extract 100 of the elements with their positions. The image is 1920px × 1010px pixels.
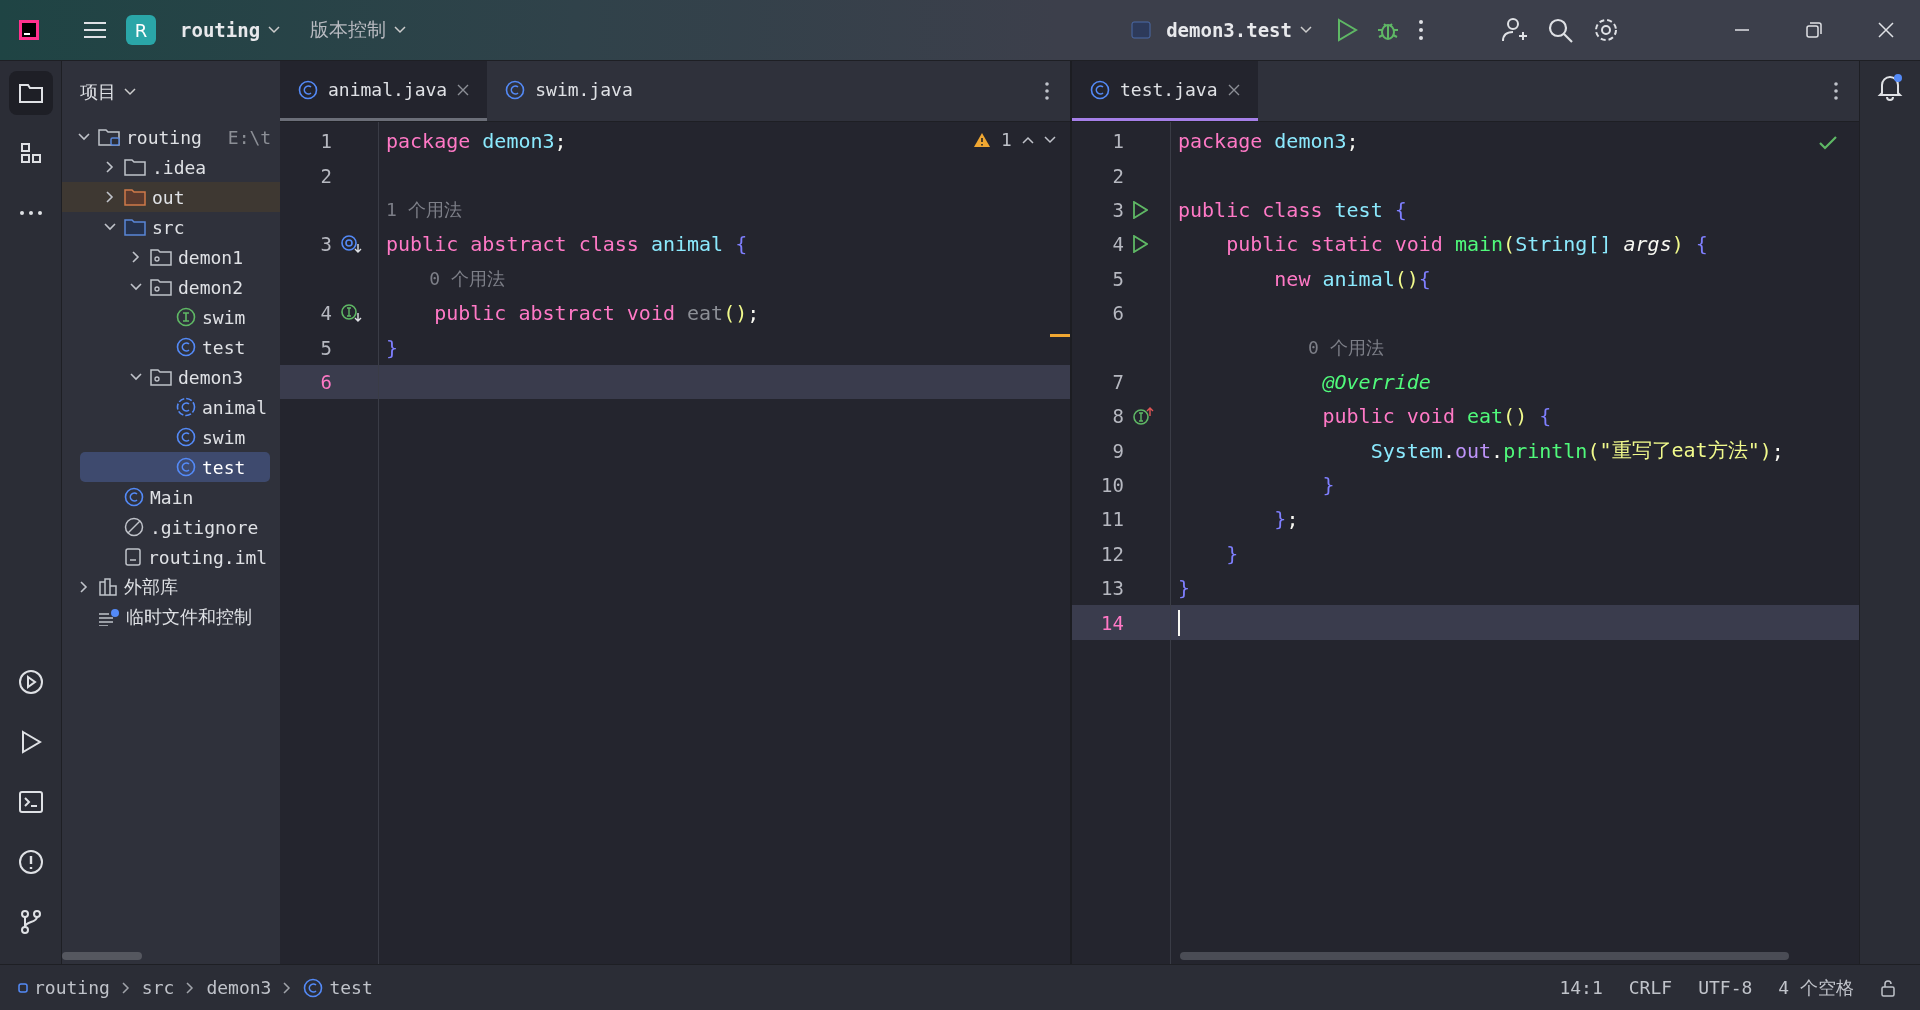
caret-icon xyxy=(394,26,407,34)
restore-icon[interactable] xyxy=(1806,22,1822,38)
more-icon[interactable] xyxy=(1044,81,1050,101)
settings-icon[interactable] xyxy=(1592,16,1620,44)
line-number: 4 xyxy=(319,302,332,325)
menu-icon[interactable] xyxy=(82,19,108,41)
tree-item[interactable]: demon2 xyxy=(62,272,280,302)
breadcrumb[interactable]: demon3 xyxy=(206,977,272,998)
run-icon[interactable] xyxy=(1132,200,1148,219)
tree-item[interactable]: demon1 xyxy=(62,242,280,272)
caret-icon xyxy=(124,87,136,96)
code-line: package demon3; xyxy=(1178,129,1359,154)
line-number: 11 xyxy=(1100,508,1124,531)
chevron-icon[interactable] xyxy=(130,281,142,293)
tree-item[interactable]: routing.iml xyxy=(62,542,280,572)
package-icon xyxy=(150,278,172,296)
breadcrumb[interactable]: src xyxy=(141,977,175,998)
project-view-selector[interactable]: 项目 xyxy=(62,61,154,122)
line-number: 4 xyxy=(1111,233,1124,256)
editor-tab[interactable]: swim.java xyxy=(487,61,651,121)
implemented-icon[interactable] xyxy=(340,303,362,324)
tree-item[interactable]: test xyxy=(62,332,280,362)
tree-item-label: .gitignore xyxy=(150,516,259,538)
more-icon[interactable] xyxy=(1418,19,1424,41)
structure-icon xyxy=(18,141,43,165)
run-icon[interactable] xyxy=(1336,18,1358,42)
chevron-icon[interactable] xyxy=(104,221,116,233)
close-tab-icon[interactable] xyxy=(1227,83,1240,96)
app-logo-icon[interactable] xyxy=(18,19,40,41)
tree-item[interactable]: animal xyxy=(62,392,280,422)
code-line: System.out.println("重写了eat方法"); xyxy=(1369,437,1784,465)
caret-icon xyxy=(268,26,281,34)
close-icon[interactable] xyxy=(1878,22,1894,38)
project-tool-button[interactable] xyxy=(8,71,53,115)
inspection-widget[interactable]: 1 xyxy=(973,130,1056,150)
breadcrumb[interactable]: test xyxy=(303,977,373,998)
implements-icon[interactable] xyxy=(1132,406,1154,427)
previous-icon[interactable] xyxy=(1022,136,1034,144)
code-line: new animal(){ xyxy=(1273,266,1431,291)
tree-item-label: 外部库 xyxy=(124,575,178,599)
tree-item[interactable]: swim xyxy=(62,422,280,452)
next-icon[interactable] xyxy=(1044,136,1056,144)
tree-item[interactable]: demon3 xyxy=(62,362,280,392)
tree-item-label: routing.iml xyxy=(148,546,268,568)
chevron-icon xyxy=(283,981,292,994)
line-separator[interactable]: CRLF xyxy=(1628,977,1673,998)
tree-item[interactable]: routing E:\t xyxy=(62,122,280,152)
scrollbar[interactable] xyxy=(1180,952,1789,960)
chevron-icon[interactable] xyxy=(78,131,90,143)
tree-item[interactable]: out xyxy=(62,182,280,212)
tree-item[interactable]: Main xyxy=(62,482,280,512)
tree-item-label: animal xyxy=(202,396,268,418)
editor-tab[interactable]: test.java xyxy=(1072,61,1258,121)
folder-icon xyxy=(124,188,146,206)
class-icon xyxy=(1090,79,1110,100)
editor-tab[interactable]: animal.java xyxy=(280,61,488,121)
run-config-selector[interactable]: demon3.test xyxy=(1160,15,1318,45)
indent-setting[interactable]: 4 个空格 xyxy=(1778,975,1854,1000)
breadcrumb[interactable]: routing xyxy=(18,977,110,998)
package-icon xyxy=(150,368,172,386)
tree-item[interactable]: src xyxy=(62,212,280,242)
chevron-icon[interactable] xyxy=(104,161,116,173)
lock-icon[interactable] xyxy=(1880,978,1896,997)
line-number: 6 xyxy=(1111,302,1124,325)
line-number: 1 xyxy=(319,130,332,153)
add-user-icon[interactable] xyxy=(1500,16,1528,44)
line-number: 10 xyxy=(1100,474,1124,497)
run-icon[interactable] xyxy=(1132,235,1148,254)
folder-icon xyxy=(124,158,146,176)
chevron-icon[interactable] xyxy=(104,191,116,203)
chevron-icon[interactable] xyxy=(130,251,142,263)
close-tab-icon[interactable] xyxy=(457,83,470,96)
scrollbar[interactable] xyxy=(62,952,142,960)
code-line: public class test { xyxy=(1178,197,1407,222)
usage-hint[interactable]: 0 个用法 xyxy=(386,266,506,291)
notifications-icon[interactable] xyxy=(1877,73,1903,101)
overridden-icon[interactable] xyxy=(340,234,362,255)
tree-item[interactable]: .gitignore xyxy=(62,512,280,542)
cursor-position[interactable]: 14:1 xyxy=(1559,977,1603,998)
window-icon xyxy=(1130,20,1153,40)
tree-item[interactable]: 外部库 xyxy=(62,572,280,602)
tree-item-label: Main xyxy=(150,486,194,508)
tree-item[interactable]: swim xyxy=(62,302,280,332)
usage-hint[interactable]: 1 个用法 xyxy=(386,197,462,222)
file-encoding[interactable]: UTF-8 xyxy=(1698,977,1753,998)
usage-hint[interactable]: 0 个用法 xyxy=(1178,335,1384,360)
chevron-icon[interactable] xyxy=(130,371,142,383)
vcs-menu[interactable]: 版本控制 xyxy=(304,13,413,47)
more-icon[interactable] xyxy=(1833,81,1839,101)
tree-item-label: swim xyxy=(202,426,246,448)
tree-item[interactable]: 临时文件和控制 xyxy=(62,602,280,632)
search-icon[interactable] xyxy=(1546,16,1574,44)
tree-item[interactable]: test xyxy=(80,452,270,482)
folder-icon xyxy=(17,81,44,105)
line-number: 3 xyxy=(319,233,332,256)
project-selector[interactable]: routing xyxy=(174,15,287,45)
tree-item-label: out xyxy=(152,186,185,208)
tree-item[interactable]: .idea xyxy=(62,152,280,182)
chevron-icon[interactable] xyxy=(78,581,90,593)
line-number: 2 xyxy=(319,164,332,187)
